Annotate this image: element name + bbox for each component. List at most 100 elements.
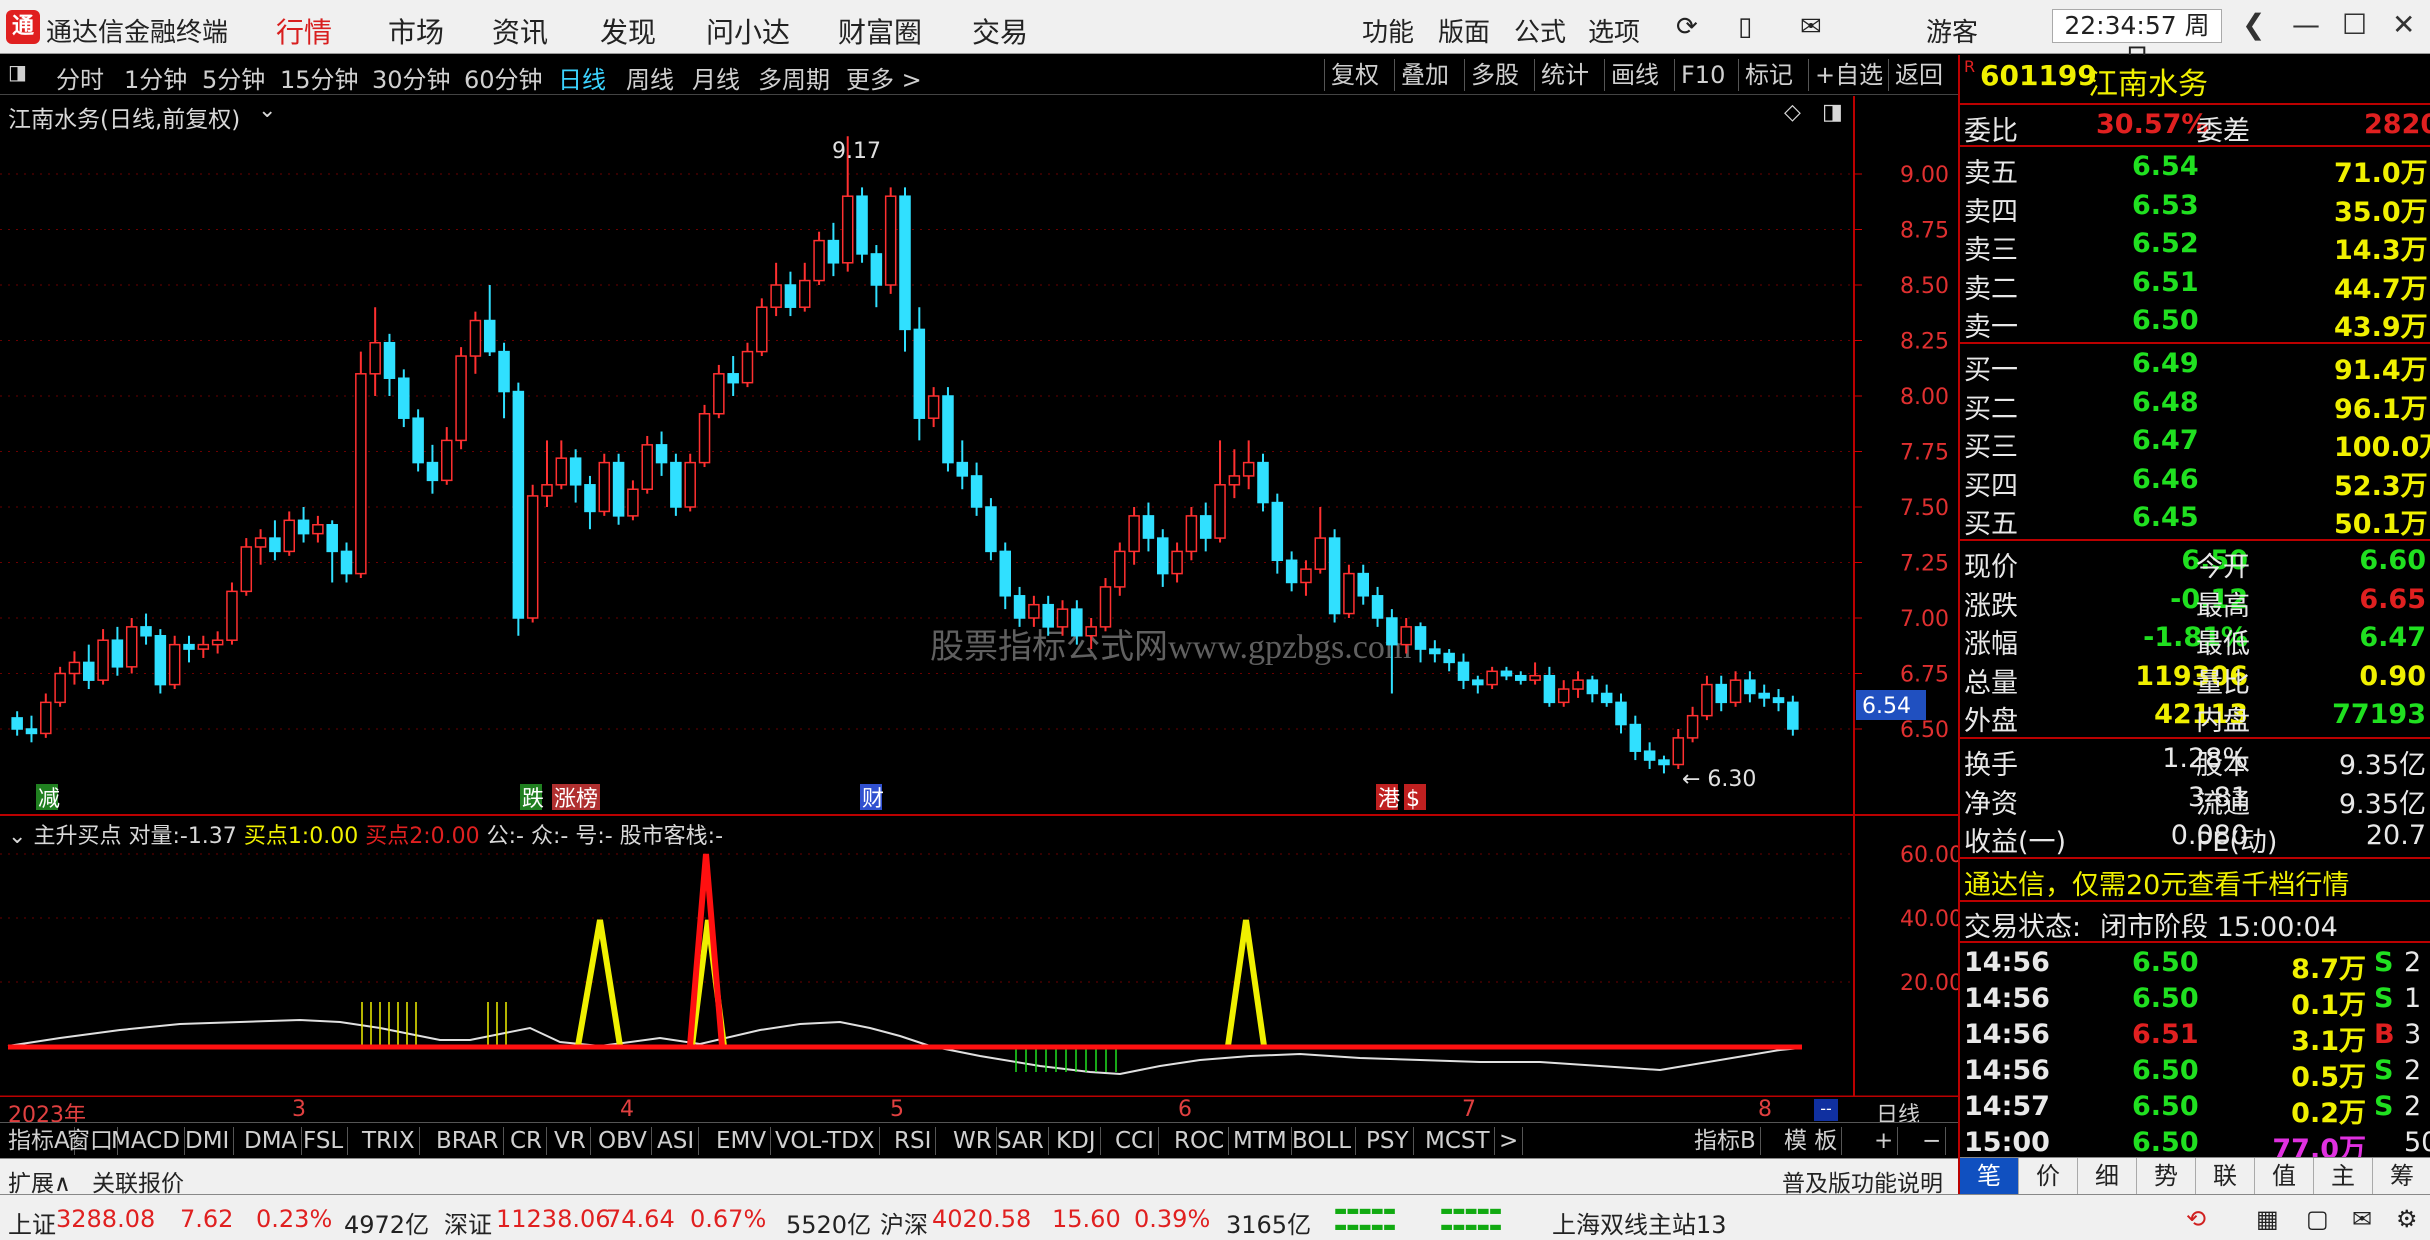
server-station[interactable]: 上海双线主站13	[1552, 1205, 1727, 1240]
tab-wenxiaoda[interactable]: 问小达	[706, 11, 790, 51]
diamond-icon[interactable]: ◇	[1784, 100, 1801, 125]
calculator-icon[interactable]: ▦	[2256, 1205, 2279, 1233]
hs-label[interactable]: 沪深	[880, 1205, 928, 1240]
mail-icon[interactable]: ✉	[1800, 12, 1822, 42]
maximize-icon[interactable]: ☐	[2342, 8, 2367, 41]
indicator-tab-vol-tdx[interactable]: VOL-TDX	[771, 1127, 880, 1155]
indicator-chart[interactable]: 60.00 40.00 20.00	[0, 816, 1958, 1096]
period-more[interactable]: 更多 >	[846, 60, 922, 95]
tongji-button[interactable]: 统计	[1534, 59, 1595, 91]
quote-tab-3[interactable]: 势	[2137, 1158, 2196, 1195]
indicator-right-2[interactable]: +	[1870, 1127, 1899, 1155]
period-15min[interactable]: 15分钟	[280, 60, 359, 95]
indicator-tab-emv[interactable]: EMV	[712, 1127, 772, 1155]
indicator-tab-cr[interactable]: CR	[506, 1127, 548, 1155]
indicator-tab-fsl[interactable]: FSL	[299, 1127, 349, 1155]
phone-icon[interactable]: ▯	[1738, 12, 1752, 42]
indicator-tab-kdj[interactable]: KDJ	[1052, 1127, 1101, 1155]
chat-icon[interactable]: ▢	[2306, 1205, 2329, 1233]
settings-icon[interactable]: ⚙	[2396, 1205, 2418, 1233]
indicator-tab-vr[interactable]: VR	[550, 1127, 591, 1155]
period-1min[interactable]: 1分钟	[124, 60, 187, 95]
indicator-right-0[interactable]: 指标B	[1690, 1127, 1761, 1155]
menu-gongshi[interactable]: 公式	[1514, 12, 1566, 49]
indicator-tab-brar[interactable]: BRAR	[432, 1127, 504, 1155]
settings-dot-icon[interactable]: ⌄	[8, 824, 26, 849]
indicator-tab-dma[interactable]: DMA	[240, 1127, 303, 1155]
indicator-tab-psy[interactable]: PSY	[1362, 1127, 1414, 1155]
tab-jiaoyi[interactable]: 交易	[972, 11, 1028, 51]
indicator-tab-rsi[interactable]: RSI	[890, 1127, 937, 1155]
quote-tab-6[interactable]: 主	[2314, 1158, 2373, 1195]
indicator-tab->[interactable]: >	[1495, 1127, 1524, 1155]
diejia-button[interactable]: 叠加	[1394, 59, 1455, 91]
period-60min[interactable]: 60分钟	[464, 60, 543, 95]
tab-zixun[interactable]: 资讯	[492, 11, 548, 51]
indicator-tab-trix[interactable]: TRIX	[358, 1127, 420, 1155]
axis-month-8: 8	[1758, 1097, 1772, 1122]
period-daily[interactable]: 日线	[558, 60, 606, 95]
indicator-tab-mtm[interactable]: MTM	[1229, 1127, 1292, 1155]
indicator-tab-roc[interactable]: ROC	[1170, 1127, 1230, 1155]
sz-label[interactable]: 深证	[444, 1205, 492, 1240]
indicator-tab-boll[interactable]: BOLL	[1288, 1127, 1357, 1155]
indicator-right-1[interactable]: 模 板	[1780, 1127, 1843, 1155]
period-monthly[interactable]: 月线	[692, 60, 740, 95]
back-icon[interactable]: ❮	[2242, 8, 2265, 41]
tab-hangqing[interactable]: 行情	[276, 11, 332, 51]
panel-icon[interactable]: ◨	[1822, 100, 1843, 125]
sync-icon[interactable]: ⟲	[2186, 1205, 2206, 1233]
tab-faxian[interactable]: 发现	[600, 11, 656, 51]
menu-gongneng[interactable]: 功能	[1362, 12, 1414, 49]
indicator-tab-sar[interactable]: SAR	[993, 1127, 1049, 1155]
sh-label[interactable]: 上证	[8, 1205, 56, 1240]
chevron-down-icon[interactable]: ⌄	[258, 98, 276, 123]
close-icon[interactable]: ✕	[2392, 8, 2415, 41]
tab-caifuquan[interactable]: 财富圈	[838, 11, 922, 51]
period-fenshi[interactable]: 分时	[56, 60, 104, 95]
indicator-tab-macd[interactable]: MACD	[107, 1127, 185, 1155]
indicator-right-3[interactable]: −	[1918, 1127, 1947, 1155]
quote-tab-7[interactable]: 筹	[2373, 1158, 2430, 1195]
biaoji-button[interactable]: 标记	[1738, 59, 1799, 91]
fuquan-button[interactable]: 复权	[1324, 59, 1385, 91]
quote-tab-0[interactable]: 笔	[1960, 1158, 2019, 1195]
candle-body	[756, 306, 768, 353]
period-30min[interactable]: 30分钟	[372, 60, 451, 95]
scroll-indicator[interactable]: --	[1814, 1099, 1838, 1121]
f10-button[interactable]: F10	[1674, 59, 1731, 91]
indicator-tab-asi[interactable]: ASI	[653, 1127, 700, 1155]
huaxian-button[interactable]: 画线	[1604, 59, 1665, 91]
quote-tab-5[interactable]: 值	[2255, 1158, 2314, 1195]
quote-cell: 6.51	[2132, 266, 2199, 298]
expand-button[interactable]: 扩展∧	[8, 1164, 71, 1198]
indicator-tab-cci[interactable]: CCI	[1111, 1127, 1159, 1155]
quote-tab-4[interactable]: 联	[2196, 1158, 2255, 1195]
menu-banmian[interactable]: 版面	[1438, 12, 1490, 49]
refresh-icon[interactable]: ⟳	[1676, 12, 1698, 42]
indicator-tab-obv[interactable]: OBV	[594, 1127, 652, 1155]
panel-toggle-icon[interactable]: ◨	[8, 60, 27, 84]
indicator-tab-mcst[interactable]: MCST	[1421, 1127, 1495, 1155]
tick-row: 14:56 6.51 3.1万 B 3	[1960, 1017, 2430, 1057]
minimize-icon[interactable]: —	[2292, 8, 2320, 41]
duogu-button[interactable]: 多股	[1464, 59, 1525, 91]
related-quotes-button[interactable]: 关联报价	[92, 1164, 184, 1198]
quote-tab-2[interactable]: 细	[2078, 1158, 2137, 1195]
period-5min[interactable]: 5分钟	[202, 60, 265, 95]
indicator-name[interactable]: 主升买点	[33, 824, 121, 849]
indicator-tab-wr[interactable]: WR	[949, 1127, 997, 1155]
back-button[interactable]: 返回	[1888, 59, 1949, 91]
tab-shichang[interactable]: 市场	[388, 11, 444, 51]
add-watchlist-button[interactable]: +自选	[1808, 59, 1889, 91]
menu-xuanxiang[interactable]: 选项	[1588, 12, 1640, 49]
user-label[interactable]: 游客	[1926, 12, 1978, 49]
period-weekly[interactable]: 周线	[626, 60, 674, 95]
weibi-row: 委比委比30.57%委差2820	[1960, 107, 2430, 147]
indicator-tab-dmi[interactable]: DMI	[181, 1127, 235, 1155]
help-link[interactable]: 普及版功能说明	[1782, 1164, 1943, 1198]
quote-tab-1[interactable]: 价	[2019, 1158, 2078, 1195]
kline-chart[interactable]: 9.00 8.75 8.50 8.25 8.00 7.75 7.50 7.25 7.00 6.75…	[0, 96, 1958, 816]
period-multi[interactable]: 多周期	[758, 60, 830, 95]
message-icon[interactable]: ✉	[2352, 1205, 2372, 1233]
